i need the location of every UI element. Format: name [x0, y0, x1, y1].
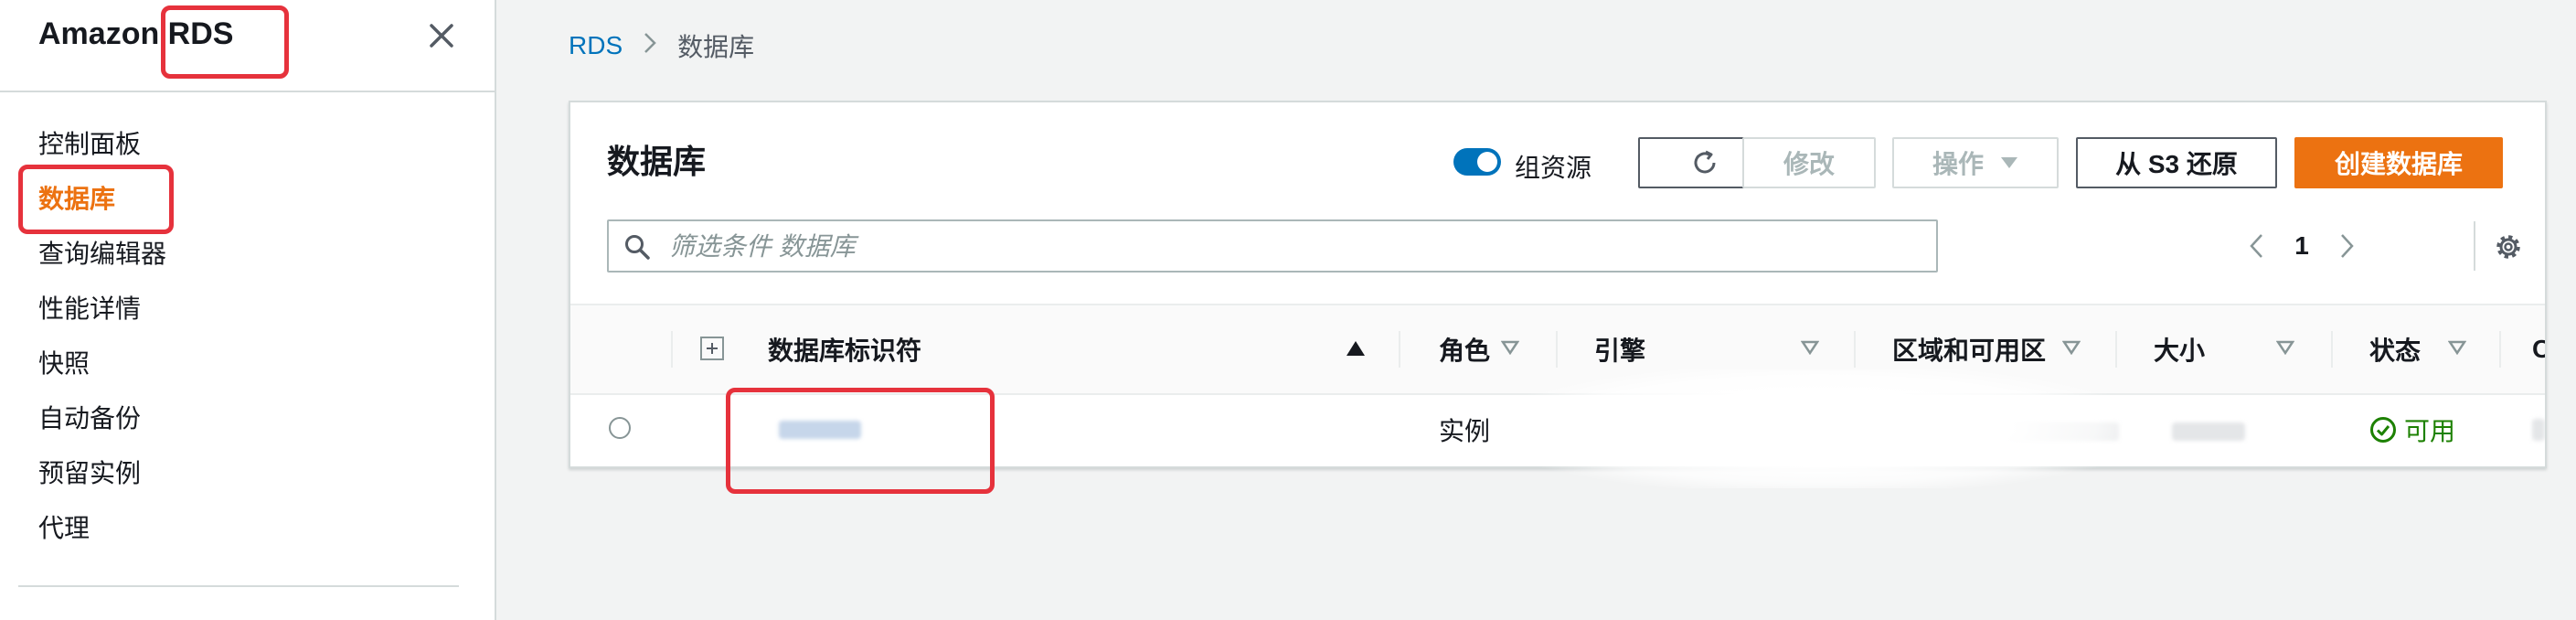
sort-icon[interactable] — [2276, 340, 2294, 355]
col-region-az[interactable]: 区域和可用区 — [1892, 305, 2046, 393]
col-status[interactable]: 状态 — [2369, 305, 2421, 393]
row-role: 实例 — [1439, 417, 1491, 445]
sidebar: Amazon RDS 控制面板 数据库 查询编辑器 性能详情 快照 自动备份 预… — [0, 0, 496, 620]
col-size[interactable]: 大小 — [2154, 305, 2205, 393]
expand-all-icon[interactable] — [700, 337, 724, 360]
pagination: 1 — [2238, 223, 2366, 269]
column-divider — [2331, 331, 2333, 368]
column-divider — [671, 331, 673, 368]
breadcrumb: RDS 数据库 — [569, 27, 754, 64]
row-cpu-redacted — [2532, 419, 2545, 441]
group-resources-toggle[interactable] — [1453, 148, 1501, 176]
actions-label: 操作 — [1932, 150, 1984, 178]
sort-icon[interactable] — [1501, 340, 1519, 355]
sort-ascending-icon[interactable] — [1346, 340, 1366, 357]
create-database-button[interactable]: 创建数据库 — [2294, 137, 2503, 188]
row-select-radio[interactable] — [609, 417, 631, 439]
sidebar-divider-bottom — [18, 585, 459, 587]
row-region-redacted — [1909, 422, 2119, 441]
table-row: 实例 可用 — [570, 393, 2545, 466]
restore-from-s3-button[interactable]: 从 S3 还原 — [2076, 137, 2277, 188]
row-engine-redacted — [1636, 422, 1837, 441]
sidebar-item-automated-backups[interactable]: 自动备份 — [0, 391, 495, 446]
actions-button[interactable]: 操作 — [1892, 137, 2059, 188]
close-icon[interactable] — [419, 13, 464, 59]
modify-button[interactable]: 修改 — [1742, 137, 1876, 188]
column-divider — [2499, 331, 2501, 368]
check-circle-icon — [2370, 417, 2396, 443]
sidebar-item-query-editor[interactable]: 查询编辑器 — [0, 227, 495, 282]
status-label: 可用 — [2404, 417, 2456, 445]
col-role[interactable]: 角色 — [1439, 305, 1490, 393]
chevron-right-icon[interactable] — [2329, 223, 2366, 269]
column-divider — [1556, 331, 1558, 368]
row-size-redacted — [2172, 422, 2245, 441]
sidebar-item-reserved-instances[interactable]: 预留实例 — [0, 446, 495, 501]
pager-divider — [2474, 221, 2475, 271]
col-engine[interactable]: 引擎 — [1594, 305, 1645, 393]
toggle-knob — [1477, 152, 1497, 172]
sidebar-title: Amazon RDS — [38, 16, 234, 51]
breadcrumb-rds-link[interactable]: RDS — [569, 31, 623, 60]
sidebar-nav: 控制面板 数据库 查询编辑器 性能详情 快照 自动备份 预留实例 代理 — [0, 117, 495, 556]
sort-icon[interactable] — [2062, 340, 2081, 355]
table-header: 数据库标识符 角色 引擎 区域和可用区 大小 状态 C — [570, 304, 2545, 395]
sidebar-item-proxies[interactable]: 代理 — [0, 501, 495, 556]
sidebar-item-dashboard[interactable]: 控制面板 — [0, 117, 495, 172]
panel-title: 数据库 — [607, 143, 707, 180]
col-cpu[interactable]: C — [2532, 305, 2545, 393]
search-icon — [625, 235, 650, 260]
column-divider — [1399, 331, 1400, 368]
sidebar-item-performance-insights[interactable]: 性能详情 — [0, 282, 495, 337]
column-divider — [1854, 331, 1856, 368]
sort-icon[interactable] — [2448, 340, 2466, 355]
row-status: 可用 — [2369, 393, 2455, 466]
databases-panel: 数据库 组资源 修改 操作 从 S3 还原 创建数据库 1 — [569, 101, 2547, 468]
caret-down-icon — [2001, 157, 2017, 168]
group-resources-label: 组资源 — [1515, 154, 1592, 182]
sidebar-item-databases[interactable]: 数据库 — [0, 172, 495, 227]
breadcrumb-current: 数据库 — [677, 33, 755, 61]
page-number[interactable]: 1 — [2274, 231, 2329, 261]
sort-icon[interactable] — [1801, 340, 1819, 355]
column-divider — [2115, 331, 2117, 368]
sidebar-divider — [0, 91, 495, 92]
filter-search — [607, 219, 1938, 273]
sidebar-item-snapshots[interactable]: 快照 — [0, 337, 495, 391]
db-identifier-link-redacted[interactable] — [779, 421, 861, 439]
chevron-left-icon[interactable] — [2238, 223, 2274, 269]
col-db-identifier[interactable]: 数据库标识符 — [768, 305, 921, 393]
filter-input[interactable] — [667, 221, 1923, 273]
gear-icon[interactable] — [2488, 227, 2528, 267]
chevron-right-icon — [643, 31, 657, 61]
refresh-icon — [1694, 150, 1716, 174]
